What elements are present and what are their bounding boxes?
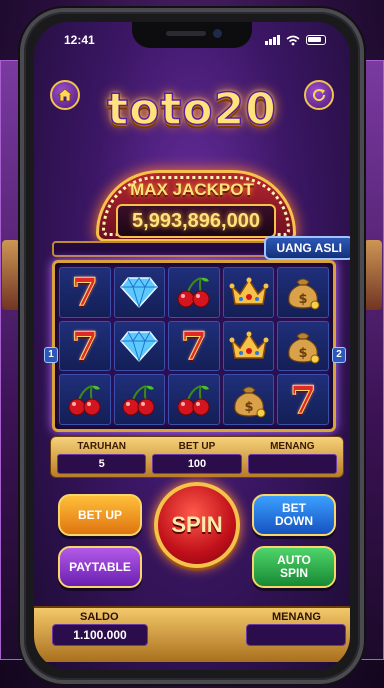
taruhan-value: 5 <box>57 454 147 474</box>
cherry-icon <box>59 374 111 425</box>
jackpot-value: 5,993,896,000 <box>116 204 276 238</box>
jackpot-title: MAX JACKPOT <box>130 180 254 199</box>
menang-label: MENANG <box>270 441 315 452</box>
seven-icon: 7 <box>59 320 111 372</box>
payline-marker-right: 2 <box>332 347 346 363</box>
seven-icon: 7 <box>168 320 220 372</box>
refresh-icon <box>313 89 326 102</box>
paytable-button[interactable]: PAYTABLE <box>58 546 142 588</box>
cherry-icon <box>168 374 220 425</box>
svg-text:$: $ <box>299 346 308 361</box>
auto-spin-button[interactable]: AUTO SPIN <box>252 546 336 588</box>
footer-menang-value <box>246 624 346 646</box>
real-money-badge: UANG ASLI <box>264 236 350 260</box>
reel-column: $ <box>222 267 275 425</box>
menang-value <box>247 454 337 474</box>
menang-group: MENANG <box>247 440 337 474</box>
reels-grid: 77 7 $ $ $ 7 <box>59 267 329 425</box>
info-bar <box>52 241 284 257</box>
payline-marker-left: 1 <box>44 347 58 363</box>
seven-icon: 7 <box>59 267 111 318</box>
crown-icon <box>222 267 275 318</box>
seven-icon: 7 <box>277 374 329 425</box>
bet-up-group: BET UP 100 <box>152 440 242 474</box>
crown-icon <box>222 320 275 372</box>
background-slot-machine <box>364 240 382 310</box>
diamond-icon <box>113 267 166 318</box>
taruhan-label: TARUHAN <box>77 441 127 452</box>
svg-text:$: $ <box>299 292 308 307</box>
game-logo: toto20 <box>106 83 277 136</box>
status-time: 12:41 <box>64 33 95 47</box>
moneybag-icon: $ <box>277 320 329 372</box>
bet-panel: TARUHAN 5 BET UP 100 MENANG <box>50 436 344 478</box>
phone-frame: 12:41 toto20 MAX JACKPOT 5,993,896,000 U… <box>20 8 364 684</box>
bet-up-value: 100 <box>152 454 242 474</box>
spin-button[interactable]: SPIN <box>154 482 240 568</box>
bet-up-button[interactable]: BET UP <box>58 494 142 536</box>
reel-frame: 77 7 $ $ $ 7 <box>52 260 336 432</box>
refresh-button[interactable] <box>304 80 334 110</box>
game-screen: 12:41 toto20 MAX JACKPOT 5,993,896,000 U… <box>34 22 350 670</box>
home-button[interactable] <box>50 80 80 110</box>
signal-icon <box>265 35 280 45</box>
bet-up-label: BET UP <box>178 441 216 452</box>
moneybag-icon: $ <box>222 374 275 425</box>
status-bar: 12:41 <box>34 30 350 50</box>
battery-icon <box>306 35 326 45</box>
reel-column <box>113 267 166 425</box>
taruhan-group: TARUHAN 5 <box>57 440 147 474</box>
svg-text:$: $ <box>244 400 253 415</box>
home-icon <box>57 88 73 102</box>
cherry-icon <box>168 267 220 318</box>
reel-column: $ $ 7 <box>277 267 329 425</box>
reel-column: 77 <box>59 267 111 425</box>
saldo-label: SALDO <box>80 611 119 623</box>
cherry-icon <box>113 374 166 425</box>
background-slot-machine <box>2 240 20 310</box>
moneybag-icon: $ <box>277 267 329 318</box>
reel-column: 7 <box>168 267 220 425</box>
status-icons <box>265 35 326 46</box>
wifi-icon <box>286 35 300 45</box>
diamond-icon <box>113 320 166 372</box>
footer-menang-label: MENANG <box>272 611 321 623</box>
saldo-value: 1.100.000 <box>52 624 148 646</box>
bet-down-button[interactable]: BET DOWN <box>252 494 336 536</box>
